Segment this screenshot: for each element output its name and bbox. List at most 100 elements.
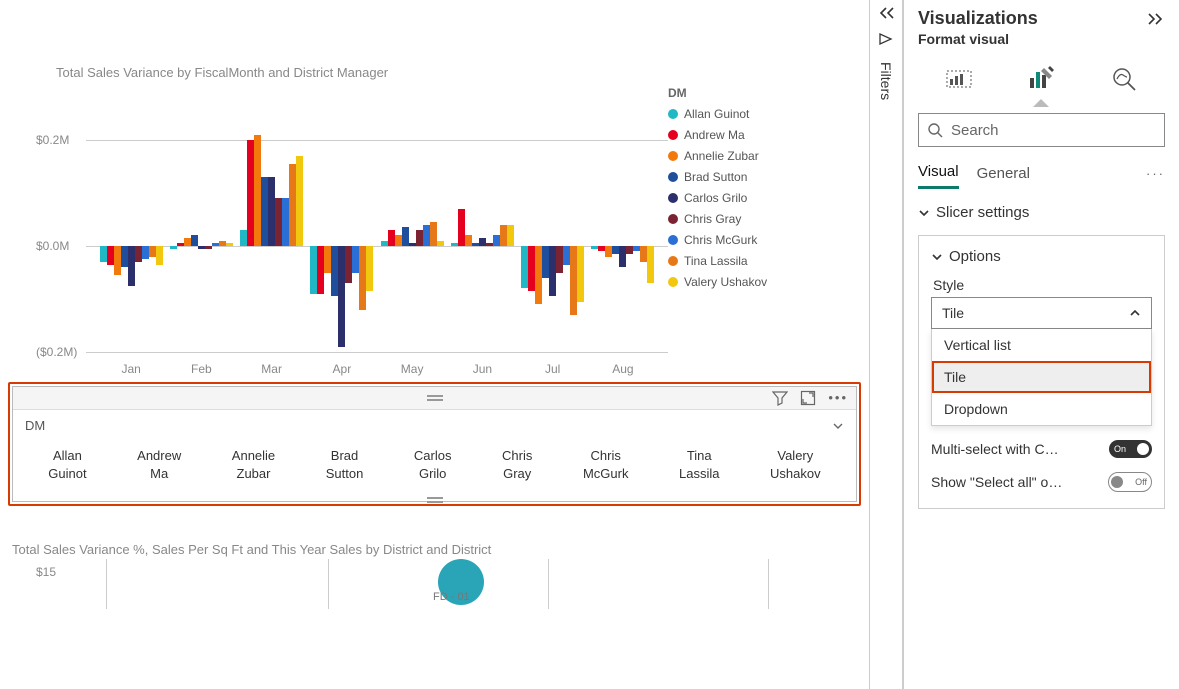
search-icon	[927, 122, 943, 138]
x-axis-label: Jan	[96, 362, 166, 376]
slicer-tile[interactable]: ChrisGray	[502, 447, 532, 483]
slicer-field-header[interactable]: DM	[13, 410, 856, 441]
visualizations-pane: Visualizations Format visual Search Visu…	[903, 0, 1179, 689]
collapse-chevrons-icon[interactable]	[877, 6, 895, 20]
style-label: Style	[933, 277, 1152, 293]
options-card: Options Style Tile Vertical listTileDrop…	[918, 235, 1165, 509]
visualizations-title: Visualizations	[918, 8, 1038, 29]
chart2-visual[interactable]: $15 FD - 01	[8, 559, 861, 609]
report-canvas: Total Sales Variance by FiscalMonth and …	[0, 0, 869, 689]
tab-visual[interactable]: Visual	[918, 157, 959, 189]
chart-legend: DM Allan Guinot Andrew Ma Annelie Zubar Bra…	[668, 86, 767, 376]
legend-title: DM	[668, 86, 767, 100]
x-axis-label: Feb	[166, 362, 236, 376]
filters-icon[interactable]	[877, 30, 895, 48]
filters-pane-collapsed[interactable]: Filters	[869, 0, 903, 689]
chevron-down-icon[interactable]	[832, 420, 844, 432]
style-dropdown-value: Tile	[942, 305, 964, 321]
slicer-selection-outline: ••• DM AllanGuinot AndrewMa AnnelieZubar Br…	[8, 382, 861, 506]
slicer-tile[interactable]: TinaLassila	[679, 447, 719, 483]
slicer-tile[interactable]: AllanGuinot	[48, 447, 86, 483]
resize-handle-bottom[interactable]	[427, 497, 443, 503]
build-visual-tab-icon[interactable]	[939, 59, 979, 97]
x-axis-label: Jul	[518, 362, 588, 376]
style-dropdown-list: Vertical listTileDropdown	[931, 329, 1152, 426]
legend-swatch	[668, 193, 678, 203]
chart-title: Total Sales Variance by FiscalMonth and …	[56, 65, 861, 80]
legend-item[interactable]: Carlos Grilo	[668, 191, 767, 205]
legend-item[interactable]: Brad Sutton	[668, 170, 767, 184]
filters-label: Filters	[878, 62, 894, 100]
slicer-tile[interactable]: AndrewMa	[137, 447, 181, 483]
chevron-up-icon	[1129, 307, 1141, 319]
legend-item[interactable]: Chris McGurk	[668, 233, 767, 247]
style-dropdown[interactable]: Tile	[931, 297, 1152, 329]
slicer-tile[interactable]: BradSutton	[326, 447, 364, 483]
legend-label: Carlos Grilo	[684, 191, 747, 205]
legend-swatch	[668, 277, 678, 287]
drag-grip-icon[interactable]	[427, 395, 443, 401]
search-placeholder: Search	[951, 122, 999, 139]
format-visual-tab-icon[interactable]	[1021, 59, 1061, 97]
chevron-down-icon	[931, 251, 943, 263]
chart2-bubble-label: FD - 01	[433, 591, 470, 603]
x-axis-label: Jun	[447, 362, 517, 376]
slicer-header-bar[interactable]: •••	[13, 387, 856, 410]
legend-label: Andrew Ma	[684, 128, 745, 142]
chart2-title: Total Sales Variance %, Sales Per Sq Ft …	[12, 542, 861, 557]
expand-chevrons-icon[interactable]	[1147, 12, 1165, 26]
focus-mode-icon[interactable]	[800, 390, 816, 406]
legend-swatch	[668, 214, 678, 224]
multiselect-label: Multi-select with C…	[931, 441, 1059, 457]
legend-item[interactable]: Allan Guinot	[668, 107, 767, 121]
legend-item[interactable]: Andrew Ma	[668, 128, 767, 142]
format-visual-label: Format visual	[904, 31, 1179, 55]
selectall-toggle[interactable]: Off	[1108, 472, 1152, 492]
tab-general[interactable]: General	[977, 159, 1030, 188]
legend-item[interactable]: Tina Lassila	[668, 254, 767, 268]
x-axis-label: Mar	[237, 362, 307, 376]
x-axis-label: Aug	[588, 362, 658, 376]
slicer-tile[interactable]: ChrisMcGurk	[583, 447, 629, 483]
legend-label: Chris McGurk	[684, 233, 757, 247]
style-option[interactable]: Vertical list	[932, 329, 1151, 361]
legend-swatch	[668, 130, 678, 140]
y-axis-label: ($0.2M)	[36, 345, 77, 359]
style-option[interactable]: Tile	[932, 361, 1151, 393]
slicer-field-name: DM	[25, 418, 45, 433]
legend-label: Tina Lassila	[684, 254, 748, 268]
slicer-tiles: AllanGuinot AndrewMa AnnelieZubar BradSutto…	[13, 441, 856, 501]
legend-swatch	[668, 151, 678, 161]
slicer-settings-header[interactable]: Slicer settings	[918, 204, 1165, 221]
tab-more-icon[interactable]: ···	[1146, 166, 1165, 181]
legend-item[interactable]: Annelie Zubar	[668, 149, 767, 163]
options-header[interactable]: Options	[931, 248, 1152, 265]
more-options-icon[interactable]: •••	[828, 390, 848, 406]
legend-swatch	[668, 172, 678, 182]
search-input[interactable]: Search	[918, 113, 1165, 147]
slicer-tile[interactable]: CarlosGrilo	[414, 447, 452, 483]
chart-visual[interactable]: Total Sales Variance by FiscalMonth and …	[8, 65, 861, 376]
legend-swatch	[668, 256, 678, 266]
style-option[interactable]: Dropdown	[932, 393, 1151, 425]
legend-label: Valery Ushakov	[684, 275, 767, 289]
legend-label: Annelie Zubar	[684, 149, 759, 163]
legend-label: Chris Gray	[684, 212, 741, 226]
legend-label: Brad Sutton	[684, 170, 747, 184]
multiselect-toggle[interactable]: On	[1109, 440, 1152, 458]
x-axis-label: May	[377, 362, 447, 376]
analytics-tab-icon[interactable]	[1104, 59, 1144, 97]
y-axis-label: $0.2M	[36, 133, 69, 147]
legend-swatch	[668, 235, 678, 245]
filter-icon[interactable]	[772, 390, 788, 406]
legend-item[interactable]: Valery Ushakov	[668, 275, 767, 289]
slicer-visual[interactable]: ••• DM AllanGuinot AndrewMa AnnelieZubar Br…	[12, 386, 857, 502]
slicer-tile[interactable]: AnnelieZubar	[232, 447, 275, 483]
selectall-label: Show "Select all" o…	[931, 474, 1062, 490]
legend-item[interactable]: Chris Gray	[668, 212, 767, 226]
y-axis-label: $0.0M	[36, 239, 69, 253]
x-axis-label: Apr	[307, 362, 377, 376]
legend-label: Allan Guinot	[684, 107, 749, 121]
slicer-tile[interactable]: ValeryUshakov	[770, 447, 821, 483]
legend-swatch	[668, 109, 678, 119]
